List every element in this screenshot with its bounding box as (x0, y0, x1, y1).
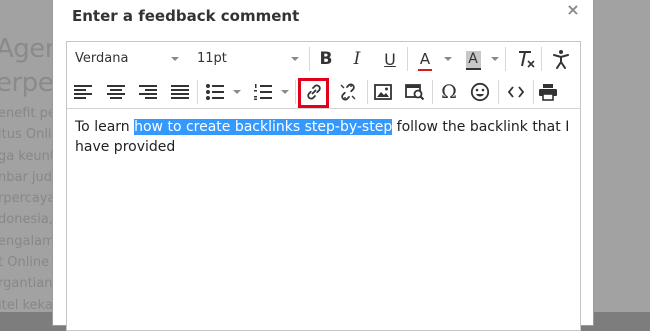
rich-text-editor: Verdana 11pt B I U A A Ω To learn how to… (66, 41, 581, 331)
toolbar-row-1: Verdana 11pt B I U A A (67, 42, 580, 75)
editor-toolbar: Verdana 11pt B I U A A Ω (67, 42, 580, 109)
image-icon (374, 84, 392, 100)
clear-formatting-button[interactable] (513, 46, 539, 72)
chevron-down-icon (171, 57, 179, 61)
toolbar-divider (295, 80, 296, 104)
bold-button[interactable]: B (313, 46, 339, 72)
text-color-icon: A (417, 50, 432, 71)
chevron-down-icon[interactable] (444, 57, 452, 61)
justify-button[interactable] (167, 79, 193, 105)
underline-icon: U (384, 49, 396, 69)
toolbar-divider (309, 47, 310, 71)
justify-icon (171, 85, 189, 99)
toolbar-divider (197, 80, 198, 104)
align-center-icon (107, 85, 125, 99)
emoticon-button[interactable] (467, 79, 493, 105)
editor-content[interactable]: To learn how to create backlinks step-by… (75, 118, 573, 157)
media-search-icon (405, 84, 425, 101)
bullet-list-icon (206, 84, 224, 100)
background-color-icon: A (465, 50, 481, 70)
selected-text: how to create backlinks step-by-step (134, 119, 393, 135)
content-text-before: To learn (75, 119, 135, 135)
link-icon (307, 84, 321, 100)
align-right-button[interactable] (135, 79, 161, 105)
insert-image-button[interactable] (370, 79, 396, 105)
bullet-list-button[interactable] (202, 79, 228, 105)
underline-button[interactable]: U (377, 46, 403, 72)
align-right-icon (139, 85, 157, 99)
font-size-select[interactable]: 11pt (197, 47, 301, 71)
font-size-value: 11pt (197, 51, 227, 66)
text-color-button[interactable]: A (412, 46, 438, 72)
clear-formatting-icon (519, 51, 535, 68)
chevron-down-icon[interactable] (233, 90, 241, 94)
font-family-value: Verdana (75, 51, 129, 66)
toolbar-divider (367, 80, 368, 104)
insert-media-button[interactable] (402, 79, 428, 105)
numbered-list-button[interactable] (250, 79, 276, 105)
accessibility-button[interactable] (548, 46, 574, 72)
chevron-down-icon[interactable] (281, 90, 289, 94)
close-button[interactable]: × (565, 2, 581, 18)
font-family-select[interactable]: Verdana (75, 47, 185, 71)
align-center-button[interactable] (103, 79, 129, 105)
numbered-list-icon (254, 84, 272, 100)
toolbar-row-2: Ω (67, 75, 580, 108)
source-code-button[interactable] (503, 79, 529, 105)
unlink-icon (340, 83, 356, 101)
chevron-down-icon[interactable] (491, 57, 499, 61)
text-color-swatch (417, 69, 432, 71)
print-button[interactable] (535, 79, 561, 105)
code-icon (508, 86, 524, 98)
smiley-icon (470, 82, 490, 102)
printer-icon (539, 84, 557, 101)
dialog-title: Enter a feedback comment (72, 7, 300, 25)
special-character-button[interactable]: Ω (436, 79, 462, 105)
toolbar-divider (505, 47, 506, 71)
background-color-button[interactable]: A (460, 46, 486, 72)
chevron-down-icon (291, 57, 299, 61)
bold-icon: B (319, 49, 333, 69)
italic-icon: I (353, 49, 361, 69)
align-left-button[interactable] (70, 79, 96, 105)
omega-icon: Ω (441, 81, 457, 103)
italic-button[interactable]: I (344, 46, 370, 72)
accessibility-icon (553, 50, 569, 69)
toolbar-divider (533, 80, 534, 104)
toolbar-divider (498, 80, 499, 104)
remove-link-button[interactable] (335, 79, 361, 105)
insert-link-button[interactable] (301, 79, 327, 105)
feedback-dialog: Enter a feedback comment × Verdana 11pt … (52, 0, 594, 331)
toolbar-divider (432, 80, 433, 104)
align-left-icon (74, 85, 92, 99)
toolbar-divider (541, 47, 542, 71)
toolbar-divider (407, 47, 408, 71)
